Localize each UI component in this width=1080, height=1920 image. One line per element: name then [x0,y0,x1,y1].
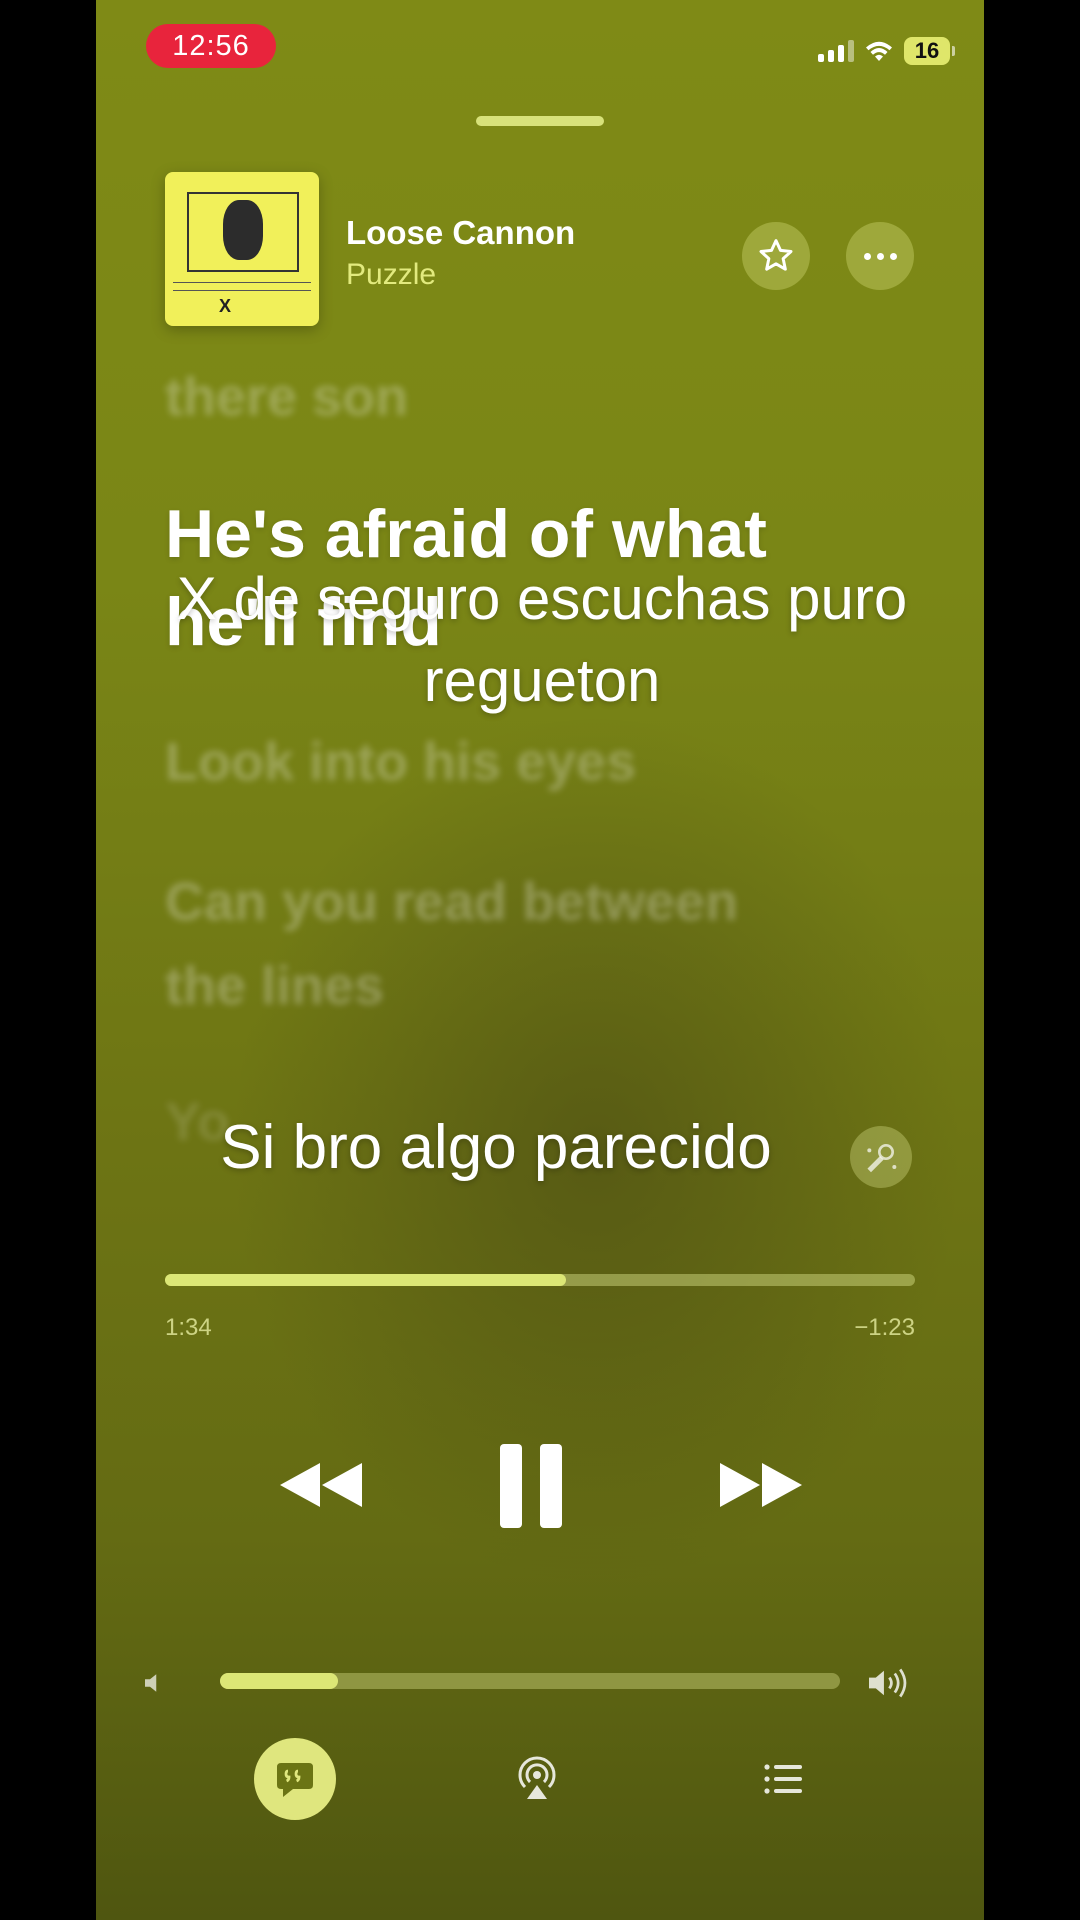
star-icon [759,239,793,271]
pause-icon [500,1444,562,1528]
volume-high-icon [866,1664,910,1702]
fast-forward-icon [720,1463,802,1507]
song-artist[interactable]: Puzzle [346,258,436,292]
lyrics-button[interactable] [254,1738,336,1820]
pause-button[interactable] [486,1436,576,1536]
playback-scrubber[interactable] [165,1274,915,1286]
favorite-button[interactable] [742,222,810,290]
ellipsis-icon [863,252,897,260]
wifi-icon [866,41,892,61]
lyric-line-previous[interactable]: there son [165,355,408,439]
comment-overlay-text: X de seguro escuchas puro regueton [176,565,908,714]
remaining-time: −1:23 [854,1314,915,1341]
rewind-icon [280,1463,362,1507]
queue-button[interactable] [742,1738,824,1820]
cellular-signal-icon [818,40,854,62]
airplay-button[interactable] [496,1738,578,1820]
album-artwork[interactable]: X [165,172,319,326]
status-indicators: 16 [818,34,955,68]
song-title[interactable]: Loose Cannon [346,214,575,252]
now-playing-screen: 12:56 16 X Loose Cannon Puzzle there son… [96,0,984,1920]
sing-button[interactable] [850,1126,912,1188]
more-button[interactable] [846,222,914,290]
volume-low-icon [140,1668,170,1698]
airplay-icon [518,1756,556,1799]
volume-slider[interactable] [220,1673,840,1689]
rewind-button[interactable] [266,1440,376,1530]
elapsed-time: 1:34 [165,1314,212,1341]
microphone-sparkle-icon [867,1144,897,1173]
list-icon [764,1764,802,1794]
volume-fill [220,1673,338,1689]
lyric-line-next[interactable]: Look into his eyes [165,720,636,804]
quote-bubble-icon [277,1763,313,1797]
battery-indicator: 16 [904,37,955,65]
caption-overlay-text: Si bro algo parecido [220,1113,772,1182]
playback-progress-fill [165,1274,567,1286]
lyric-line-next[interactable]: Can you read between the lines [165,860,785,1028]
sheet-grabber[interactable] [476,116,604,126]
status-time: 12:56 [146,24,276,68]
fast-forward-button[interactable] [706,1440,816,1530]
